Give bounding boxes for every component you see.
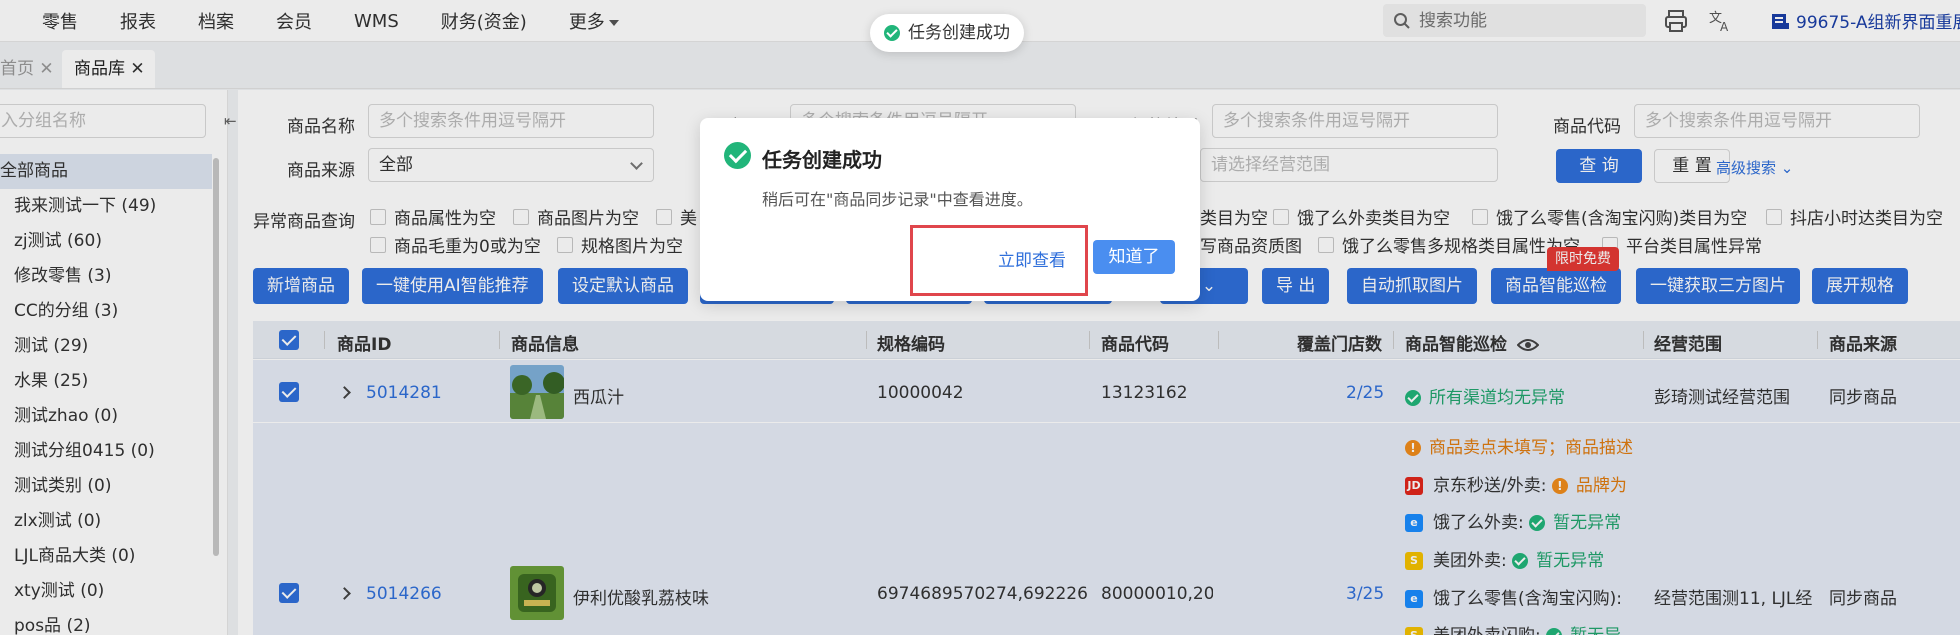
modal-backdrop bbox=[0, 0, 1960, 635]
got-it-button[interactable]: 知道了 bbox=[1093, 240, 1175, 274]
highlight-box bbox=[910, 225, 1088, 296]
dialog-title: 任务创建成功 bbox=[762, 148, 882, 172]
success-toast: 任务创建成功 bbox=[870, 14, 1024, 52]
success-icon bbox=[724, 142, 751, 169]
dialog-message: 稍后可在"商品同步记录"中查看进度。 bbox=[762, 190, 1033, 209]
check-circle-icon bbox=[884, 25, 900, 41]
toast-text: 任务创建成功 bbox=[908, 23, 1010, 43]
